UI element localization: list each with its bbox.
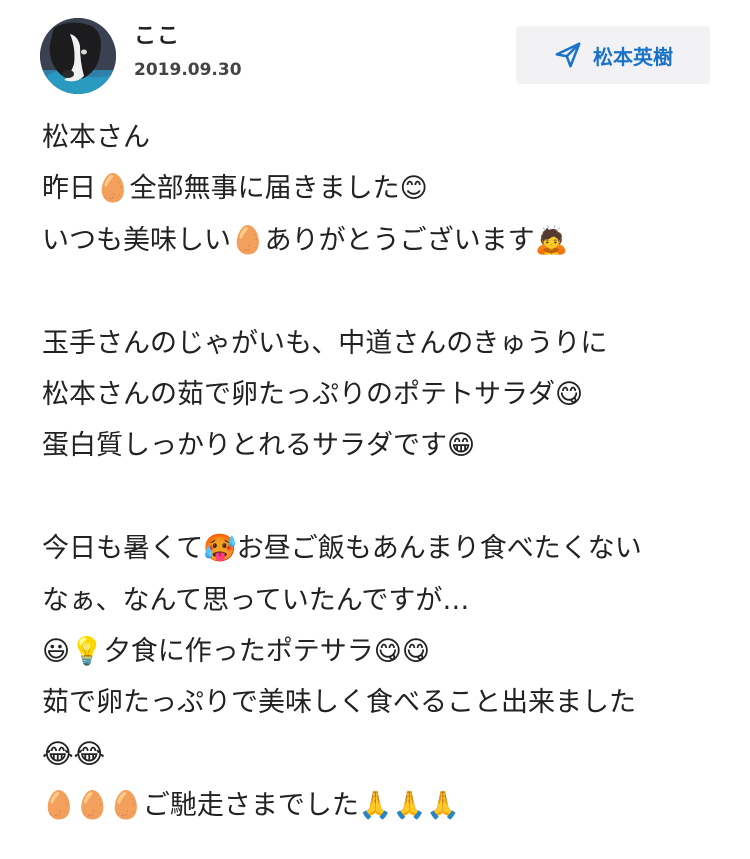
dog-avatar-icon (40, 18, 116, 94)
message-line: 松本さんの茹で卵たっぷりのポテトサラダ😋 (42, 378, 584, 410)
message-line: いつも美味しい🥚ありがとうございます🙇 (42, 224, 569, 256)
message-line: なぁ、なんて思っていたんですが… (42, 584, 470, 616)
post-header: ここ 2019.09.30 松本英樹 (0, 0, 750, 110)
author-name[interactable]: ここ (134, 18, 180, 50)
message-body: 松本さん 昨日🥚全部無事に届きました😊 いつも美味しい🥚ありがとうございます🙇 … (42, 112, 722, 831)
message-line: 蛋白質しっかりとれるサラダです😁 (42, 430, 476, 462)
message-line: 昨日🥚全部無事に届きました😊 (42, 173, 428, 205)
avatar[interactable] (40, 18, 116, 94)
message-line: 茹で卵たっぷりで美味しく食べること出来ました (42, 687, 636, 719)
message-line: 😂😂 (42, 738, 106, 770)
message-line: 🥚🥚🥚ご馳走さまでした🙏🙏🙏 (42, 790, 460, 822)
message-line: 😃💡夕食に作ったポテサラ😋😋 (42, 635, 431, 667)
message-line: 今日も暑くて🥵お昼ご飯もあんまり食べたくない (42, 533, 642, 565)
message-line: 松本さん (42, 122, 150, 153)
reply-button-label: 松本英樹 (593, 44, 673, 69)
message-line: 玉手さんのじゃがいも、中道さんのきゅうりに (42, 327, 608, 359)
post-date: 2019.09.30 (134, 60, 242, 80)
reply-to-button[interactable]: 松本英樹 (516, 26, 710, 84)
send-icon (553, 40, 583, 70)
